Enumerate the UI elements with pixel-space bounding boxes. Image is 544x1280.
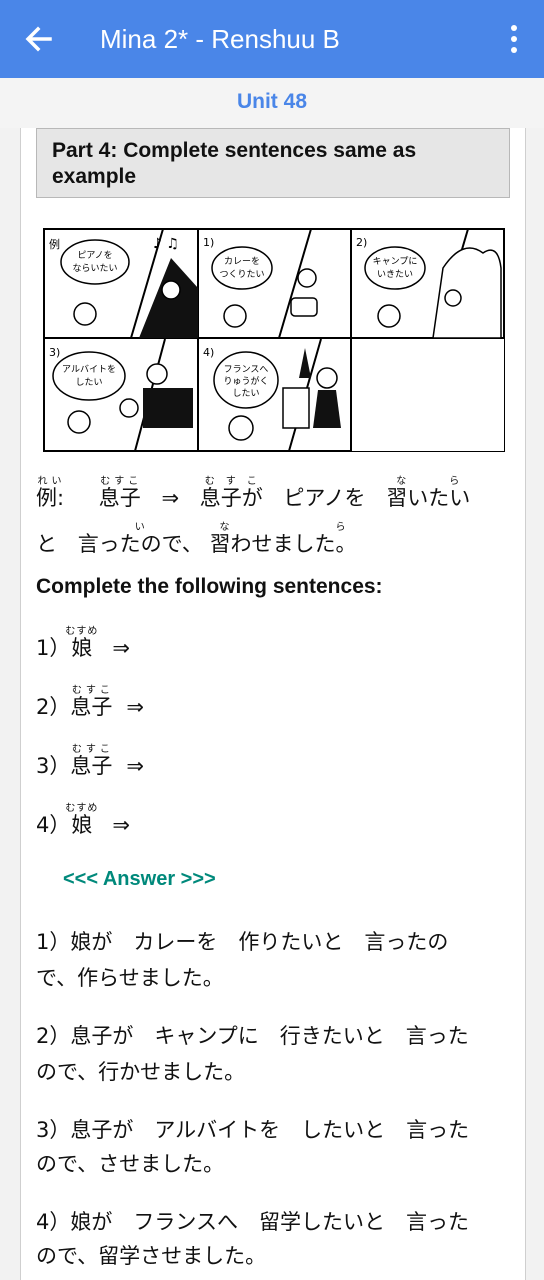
panel-3-number: 3)	[49, 346, 60, 359]
answer-2-number: 2）	[36, 1024, 71, 1048]
question-3-number: 3）	[36, 754, 71, 778]
content-card: Part 4: Complete sentences same as examp…	[20, 128, 526, 1280]
panel-4-bubble-line1: フランスへ	[224, 364, 269, 375]
question-2-arrow: ⇒	[126, 695, 144, 719]
answer-1-number: 1）	[36, 930, 71, 954]
instructions: Complete the following sentences:	[36, 575, 383, 598]
example-object: ピアノを	[283, 486, 366, 510]
example-line-1: 例:れい 息子むすこ ⇒ 息子がむすこ ピアノを 習いたいなら	[36, 476, 471, 510]
question-3: 3）息子むすこ⇒	[36, 744, 144, 778]
example-mark: 例	[49, 237, 60, 251]
panel-1-bubble-line1: カレーを	[224, 256, 260, 267]
question-3-arrow: ⇒	[126, 754, 144, 778]
question-4-subject: 娘	[65, 813, 99, 837]
answer-4-text-1: 娘が フランスへ 留学したいと 言った	[70, 1210, 469, 1234]
answer-1-text-1: 娘が カレーを 作りたいと 言ったの	[70, 930, 449, 954]
question-4: 4）娘むすめ⇒	[36, 803, 130, 837]
panel-4-bubble-line2: りゅうがく	[223, 375, 268, 387]
question-1-subject: 娘	[65, 636, 99, 660]
example-bubble-line2: ならいたい	[72, 263, 117, 274]
more-vert-icon[interactable]	[500, 22, 528, 56]
panel-1-number: 1)	[203, 236, 214, 249]
answer-3-text-2: ので、させました。	[36, 1152, 225, 1176]
question-4-arrow: ⇒	[112, 813, 130, 837]
answer-1-text-2: で、作らせました。	[36, 966, 224, 990]
answer-4-text-2: ので、留学させました。	[36, 1244, 267, 1268]
panel-2-number: 2)	[356, 236, 367, 249]
answer-4-number: 4）	[36, 1210, 71, 1234]
example-subject: 息子	[98, 486, 141, 510]
panel-3-bubble-line2: したい	[75, 377, 102, 388]
answer-2-text-2: ので、行かせました。	[36, 1060, 246, 1084]
panel-4-bubble-line3: したい	[232, 388, 259, 399]
answer-2-line-2: ので、行かせました。	[36, 1058, 245, 1086]
example-bubble-line1: ピアノを	[77, 250, 112, 261]
answer-2-line-1: 2）息子が キャンプに 行きたいと 言った	[36, 1022, 469, 1050]
part-title: Part 4: Complete sentences same as examp…	[52, 139, 417, 188]
question-1: 1）娘むすめ⇒	[36, 626, 130, 660]
example-arrow: ⇒	[161, 486, 180, 510]
app-bar: Mina 2* - Renshuu B	[0, 0, 544, 78]
answer-toggle-link[interactable]: <<< Answer >>>	[63, 868, 216, 891]
panel-2-bubble-line1: キャンプに	[373, 256, 418, 267]
answer-3-number: 3）	[36, 1118, 71, 1142]
example-to: と	[36, 532, 57, 556]
example-verb: 習いたい	[386, 486, 471, 510]
question-2: 2）息子むすこ⇒	[36, 685, 144, 719]
panel-1-bubble-line2: つくりたい	[219, 269, 264, 280]
answer-1-line-1: 1）娘が カレーを 作りたいと 言ったの	[36, 928, 448, 956]
question-2-subject: 息子	[70, 695, 113, 719]
example-itta: 言ったので、	[77, 532, 203, 556]
part-header: Part 4: Complete sentences same as examp…	[36, 128, 510, 198]
answer-2-text-1: 息子が キャンプに 行きたいと 言った	[70, 1024, 469, 1048]
answer-1-line-2: で、作らせました。	[36, 964, 224, 992]
panel-4-number: 4)	[203, 346, 214, 359]
example-narawase: 習わせました。	[209, 532, 357, 556]
example-subject-ga: 息子が	[199, 486, 263, 510]
exercise-illustration: 例 ピアノを ならいたい ♪ ♫ 1) カレーを つくりたい 2) キャンプに …	[43, 228, 505, 452]
answer-3-text-1: 息子が アルバイトを したいと 言った	[70, 1118, 470, 1142]
answer-4-line-1: 4）娘が フランスへ 留学したいと 言った	[36, 1208, 469, 1236]
question-3-subject: 息子	[70, 754, 113, 778]
panel-3-bubble-line1: アルバイトを	[62, 364, 116, 375]
example-line-2: と 言ったので、い 習わせました。なら	[36, 522, 357, 556]
unit-title: Unit 48	[236, 90, 307, 113]
example-label: 例:	[36, 486, 65, 510]
unit-header: Unit 48	[0, 78, 544, 128]
question-1-arrow: ⇒	[112, 636, 130, 660]
question-2-number: 2）	[36, 695, 71, 719]
app-title: Mina 2* - Renshuu B	[100, 24, 340, 54]
answer-4-line-2: ので、留学させました。	[36, 1242, 266, 1270]
panel-2-bubble-line2: いきたい	[377, 269, 413, 280]
back-arrow-icon[interactable]	[22, 22, 56, 56]
svg-text:♪ ♫: ♪ ♫	[153, 236, 179, 252]
answer-3-line-2: ので、させました。	[36, 1150, 224, 1178]
answer-3-line-1: 3）息子が アルバイトを したいと 言った	[36, 1116, 469, 1144]
